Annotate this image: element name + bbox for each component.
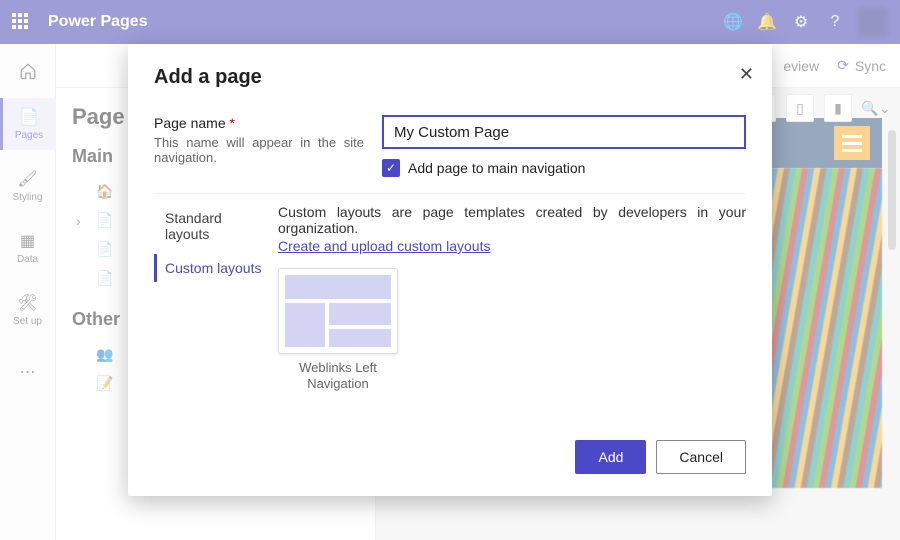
layout-tile-caption: Weblinks Left Navigation — [278, 360, 398, 391]
required-mark: * — [230, 115, 235, 131]
create-upload-link[interactable]: Create and upload custom layouts — [278, 238, 490, 254]
layout-thumbnail — [278, 268, 398, 354]
layout-tile-weblinks-left[interactable]: Weblinks Left Navigation — [278, 268, 398, 391]
close-button[interactable]: ✕ — [739, 64, 754, 85]
add-to-nav-label: Add page to main navigation — [408, 160, 585, 176]
layout-tabs: Standard layouts Custom layouts — [154, 204, 270, 440]
tab-standard-layouts[interactable]: Standard layouts — [154, 204, 270, 248]
add-page-dialog: Add a page ✕ Page name * This name will … — [128, 44, 772, 496]
page-name-hint: This name will appear in the site naviga… — [154, 135, 364, 165]
dialog-title: Add a page — [154, 66, 746, 89]
tab-custom-layouts[interactable]: Custom layouts — [154, 254, 270, 282]
add-to-nav-checkbox[interactable]: ✓ — [382, 159, 400, 177]
custom-layouts-description: Custom layouts are page templates create… — [278, 204, 746, 236]
page-name-label: Page name — [154, 115, 226, 131]
cancel-button[interactable]: Cancel — [656, 440, 746, 474]
divider — [154, 193, 746, 194]
page-name-input[interactable] — [382, 115, 746, 149]
add-button[interactable]: Add — [575, 440, 646, 474]
